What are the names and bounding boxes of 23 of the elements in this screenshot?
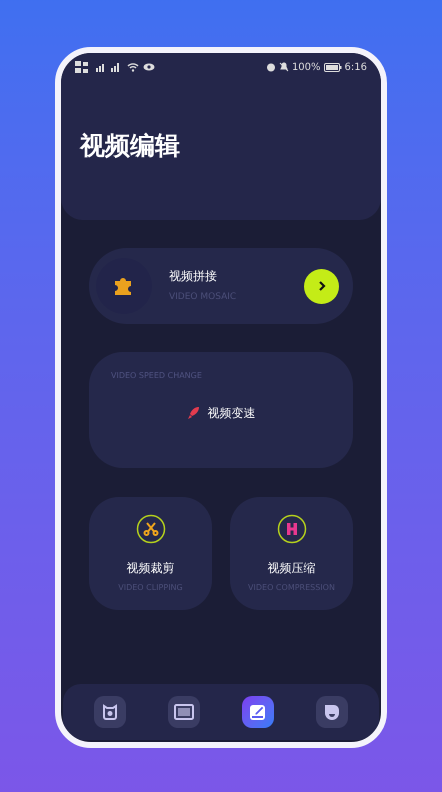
- scissors-icon: [136, 514, 166, 544]
- feature-title: 视频压缩: [268, 560, 316, 577]
- edit-icon: [249, 703, 267, 721]
- chevron-right-icon: [316, 280, 326, 292]
- nav-tab[interactable]: [94, 696, 126, 728]
- compress-icon: [276, 514, 306, 544]
- clock-time: 6:16: [344, 60, 367, 74]
- screen-icon: [174, 704, 194, 720]
- nav-tab[interactable]: [316, 696, 348, 728]
- page-title: 视频编辑: [80, 130, 180, 162]
- feature-title: 视频裁剪: [126, 560, 174, 577]
- feature-title: 视频拼接: [169, 268, 218, 286]
- nav-tab[interactable]: [168, 696, 200, 728]
- sim-icon: [75, 61, 89, 73]
- battery-icon: [324, 62, 342, 72]
- battery-percent: 100%: [292, 60, 321, 74]
- arrow-button[interactable]: [304, 268, 339, 304]
- mute-icon: [278, 62, 289, 72]
- face-icon: [323, 703, 341, 721]
- feature-title: 视频变速: [208, 405, 256, 422]
- eye-icon: [143, 63, 155, 71]
- nav-tab[interactable]: [242, 696, 274, 728]
- wifi-icon: [127, 62, 139, 72]
